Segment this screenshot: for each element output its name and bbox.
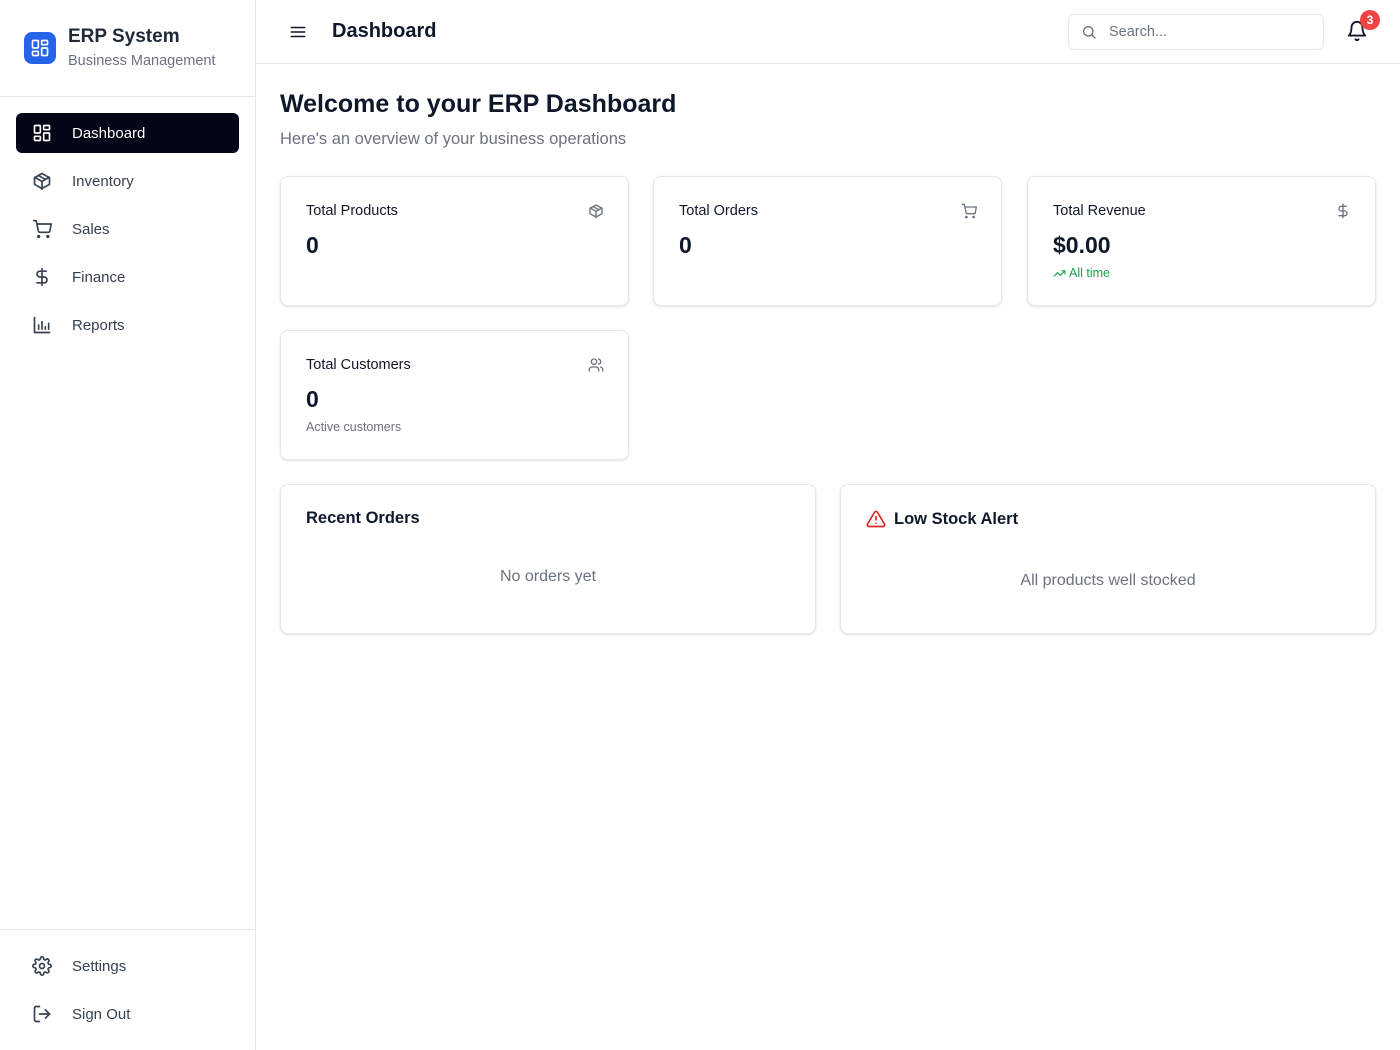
page-title: Dashboard	[332, 20, 437, 42]
sidebar-item-label: Sales	[72, 220, 110, 238]
brand: ERP System Business Management	[0, 0, 255, 97]
menu-icon[interactable]	[288, 22, 308, 42]
dollar-sign-icon	[1335, 203, 1351, 219]
stat-card-orders: Total Orders 0	[653, 176, 1002, 306]
layout-dashboard-icon	[32, 123, 52, 143]
package-icon	[32, 171, 52, 191]
trending-up-icon	[1053, 267, 1066, 280]
sidebar-item-dashboard[interactable]: Dashboard	[16, 113, 239, 153]
sidebar-nav: Dashboard Inventory Sales Finance Report…	[0, 97, 255, 345]
sidebar-item-label: Settings	[72, 957, 127, 975]
sidebar-item-label: Dashboard	[72, 124, 146, 142]
log-out-icon	[32, 1004, 52, 1024]
brand-title: ERP System	[68, 26, 180, 47]
users-icon	[588, 357, 604, 373]
panel-title: Recent Orders	[306, 509, 420, 527]
stat-title: Total Orders	[679, 203, 758, 219]
sidebar-footer: Settings Sign Out	[0, 929, 255, 1050]
search-icon	[1081, 24, 1097, 40]
alert-triangle-icon	[866, 509, 886, 529]
sidebar-item-label: Reports	[72, 316, 125, 334]
top-header: Dashboard 3	[256, 0, 1400, 64]
sidebar-item-reports[interactable]: Reports	[16, 305, 239, 345]
stat-title: Total Customers	[306, 357, 411, 373]
sidebar-item-label: Sign Out	[72, 1005, 131, 1023]
sidebar-item-sales[interactable]: Sales	[16, 209, 239, 249]
notification-badge: 3	[1360, 10, 1380, 30]
panel-title: Low Stock Alert	[866, 509, 1018, 529]
panel-title-text: Low Stock Alert	[894, 509, 1019, 528]
sidebar-item-settings[interactable]: Settings	[16, 946, 239, 986]
welcome-subtitle: Here's an overview of your business oper…	[280, 130, 627, 148]
stat-footnote-text: All time	[1069, 266, 1110, 280]
stat-title: Total Revenue	[1053, 203, 1146, 219]
sidebar-item-label: Finance	[72, 268, 126, 286]
search-input[interactable]	[1109, 24, 1309, 40]
stat-value: 0	[679, 232, 692, 258]
empty-state: No orders yet	[499, 568, 597, 585]
dollar-sign-icon	[32, 267, 52, 287]
stat-value: $0.00	[1053, 232, 1111, 258]
stat-footnote: Active customers	[306, 420, 402, 434]
sidebar: ERP System Business Management Dashboard…	[0, 0, 256, 1050]
gear-icon	[32, 956, 52, 976]
search-box[interactable]	[1068, 14, 1324, 50]
bar-chart-icon	[32, 315, 52, 335]
stat-card-customers: Total Customers 0 Active customers	[280, 330, 629, 460]
low-stock-panel: Low Stock Alert All products well stocke…	[840, 484, 1376, 634]
sidebar-item-sign-out[interactable]: Sign Out	[16, 994, 239, 1034]
stat-card-revenue: Total Revenue $0.00 All time	[1027, 176, 1376, 306]
stat-value: 0	[306, 386, 319, 412]
welcome-title: Welcome to your ERP Dashboard	[280, 90, 677, 118]
stat-value: 0	[306, 232, 319, 258]
brand-subtitle: Business Management	[68, 53, 216, 69]
sidebar-item-finance[interactable]: Finance	[16, 257, 239, 297]
grid-icon	[24, 32, 56, 64]
recent-orders-panel: Recent Orders No orders yet	[280, 484, 816, 634]
sidebar-item-inventory[interactable]: Inventory	[16, 161, 239, 201]
shopping-cart-icon	[961, 203, 977, 219]
empty-state: All products well stocked	[1020, 572, 1196, 589]
stat-card-products: Total Products 0	[280, 176, 629, 306]
sidebar-item-label: Inventory	[72, 172, 134, 190]
stat-footnote: All time	[1053, 266, 1110, 280]
shopping-cart-icon	[32, 219, 52, 239]
package-icon	[588, 203, 604, 219]
stat-title: Total Products	[306, 203, 398, 219]
